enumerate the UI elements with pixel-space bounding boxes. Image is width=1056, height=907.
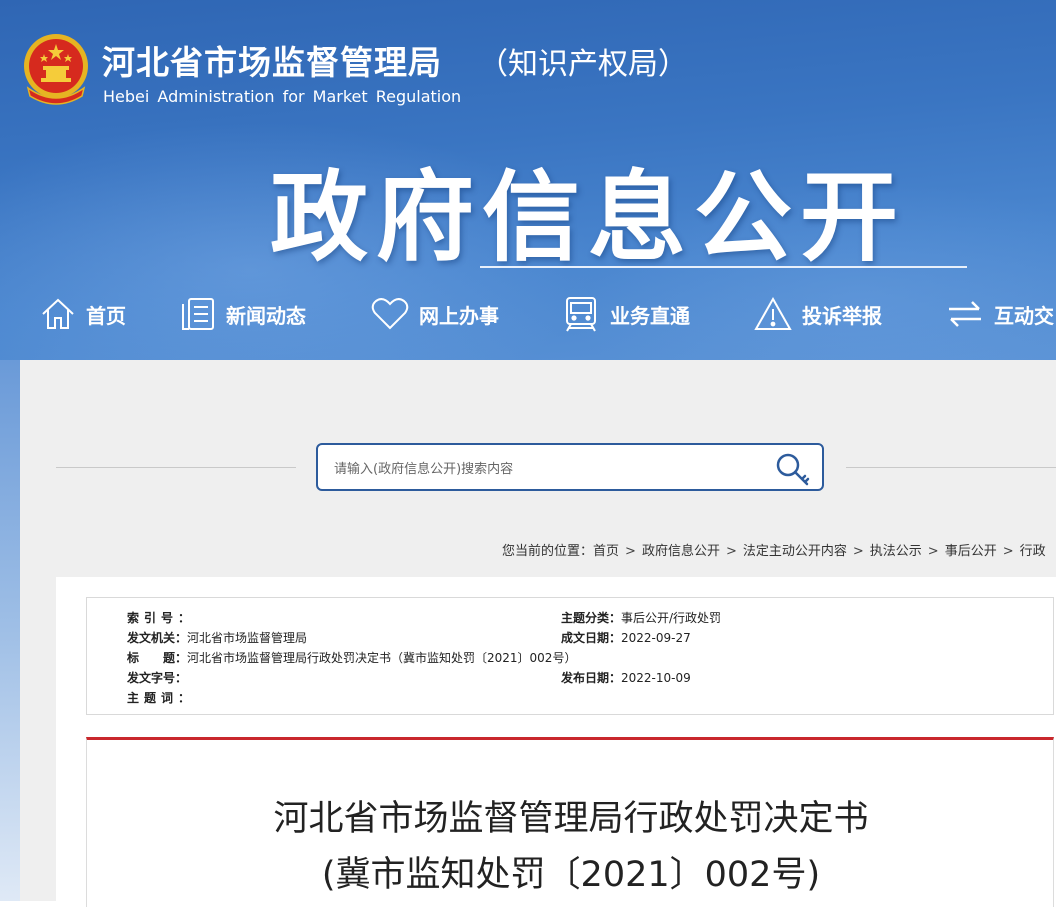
- document-body: 河北省市场监督管理局行政处罚决定书 (冀市监知处罚〔2021〕002号): [86, 737, 1054, 907]
- meta-label: 标 题：: [127, 651, 188, 665]
- meta-value: 河北省市场监督管理局行政处罚决定书（冀市监知处罚〔2021〕002号）: [187, 651, 577, 665]
- exchange-icon: [949, 301, 981, 327]
- site-subname: （知识产权局）: [478, 47, 688, 82]
- home-icon: [42, 298, 74, 329]
- nav-item-news[interactable]: 新闻动态: [180, 292, 306, 336]
- document-title: 河北省市场监督管理局行政处罚决定书: [273, 799, 869, 839]
- nav-item-complaint[interactable]: 投诉举报: [754, 292, 882, 336]
- banner-divider: [480, 266, 967, 268]
- banner-title: 政府信息公开: [270, 161, 907, 275]
- meta-index-no: 索引号：: [127, 610, 196, 626]
- nav-label-home: 首页: [86, 303, 126, 328]
- heart-icon: [371, 298, 409, 330]
- breadcrumb-enforcement[interactable]: 执法公示: [870, 544, 922, 559]
- search-key-icon[interactable]: [773, 451, 813, 487]
- meta-value: 2022-10-09: [621, 671, 691, 685]
- breadcrumb-administrative[interactable]: 行政: [1020, 544, 1046, 559]
- warning-icon: [754, 296, 792, 330]
- document-number: (冀市监知处罚〔2021〕002号): [321, 855, 821, 895]
- national-emblem-icon: [24, 34, 88, 105]
- site-name-english: Hebei Administration for Market Regulati…: [103, 87, 462, 106]
- meta-label: 成文日期：: [561, 631, 622, 645]
- meta-category: 主题分类：事后公开/行政处罚: [561, 610, 721, 626]
- nav-label-business: 业务直通: [610, 303, 690, 328]
- search-box[interactable]: [316, 443, 824, 491]
- meta-label: 主题分类：: [561, 611, 622, 625]
- breadcrumb-statutory[interactable]: 法定主动公开内容: [743, 544, 847, 559]
- nav-label-interaction: 互动交: [994, 303, 1054, 328]
- meta-title: 标 题：河北省市场监督管理局行政处罚决定书（冀市监知处罚〔2021〕002号）: [127, 650, 576, 666]
- meta-label: 主题词：: [127, 691, 196, 705]
- left-background-strip: [0, 360, 20, 901]
- meta-label: 发文字号：: [127, 671, 188, 685]
- meta-keywords: 主题词：: [127, 690, 196, 706]
- search-input[interactable]: [332, 455, 756, 483]
- breadcrumb-separator: >: [625, 544, 636, 559]
- document-metadata-box: 索引号： 主题分类：事后公开/行政处罚 发文机关：河北省市场监督管理局 成文日期…: [86, 597, 1054, 715]
- breadcrumb: 您当前的位置：首页 > 政府信息公开 > 法定主动公开内容 > 执法公示 > 事后公开 > 行政: [502, 540, 1046, 559]
- meta-value: 河北省市场监督管理局: [187, 631, 308, 645]
- meta-published-date: 发布日期：2022-10-09: [561, 670, 691, 686]
- meta-value: 事后公开/行政处罚: [621, 611, 722, 625]
- meta-label: 发文机关：: [127, 631, 188, 645]
- nav-item-home[interactable]: 首页: [40, 292, 126, 336]
- news-icon: [182, 298, 214, 330]
- site-name[interactable]: 河北省市场监督管理局: [102, 36, 442, 84]
- meta-label: 发布日期：: [561, 671, 622, 685]
- meta-issuer: 发文机关：河北省市场监督管理局: [127, 630, 307, 646]
- breadcrumb-prefix: 您当前的位置：: [502, 544, 594, 559]
- nav-item-interaction[interactable]: 互动交: [946, 292, 1054, 336]
- nav-label-online-service: 网上办事: [419, 303, 499, 328]
- breadcrumb-gov-info[interactable]: 政府信息公开: [642, 544, 720, 559]
- meta-created-date: 成文日期：2022-09-27: [561, 630, 691, 646]
- breadcrumb-home[interactable]: 首页: [593, 544, 619, 559]
- meta-label: 索引号：: [127, 611, 196, 625]
- meta-value: 2022-09-27: [621, 631, 691, 645]
- breadcrumb-separator: >: [927, 544, 939, 559]
- nav-item-online-service[interactable]: 网上办事: [371, 292, 499, 336]
- train-icon: [566, 297, 596, 332]
- nav-item-business[interactable]: 业务直通: [562, 292, 690, 336]
- meta-doc-number: 发文字号：: [127, 670, 187, 686]
- site-header: 河北省市场监督管理局 （知识产权局） Hebei Administration …: [0, 0, 1056, 360]
- breadcrumb-separator: >: [852, 544, 864, 559]
- breadcrumb-separator: >: [725, 544, 737, 559]
- breadcrumb-separator: >: [1002, 544, 1014, 559]
- search-divider-left: [56, 467, 296, 468]
- nav-label-news: 新闻动态: [226, 303, 306, 328]
- breadcrumb-post-disclosure[interactable]: 事后公开: [945, 544, 997, 559]
- nav-label-complaint: 投诉举报: [802, 303, 882, 328]
- search-divider-right: [846, 467, 1056, 468]
